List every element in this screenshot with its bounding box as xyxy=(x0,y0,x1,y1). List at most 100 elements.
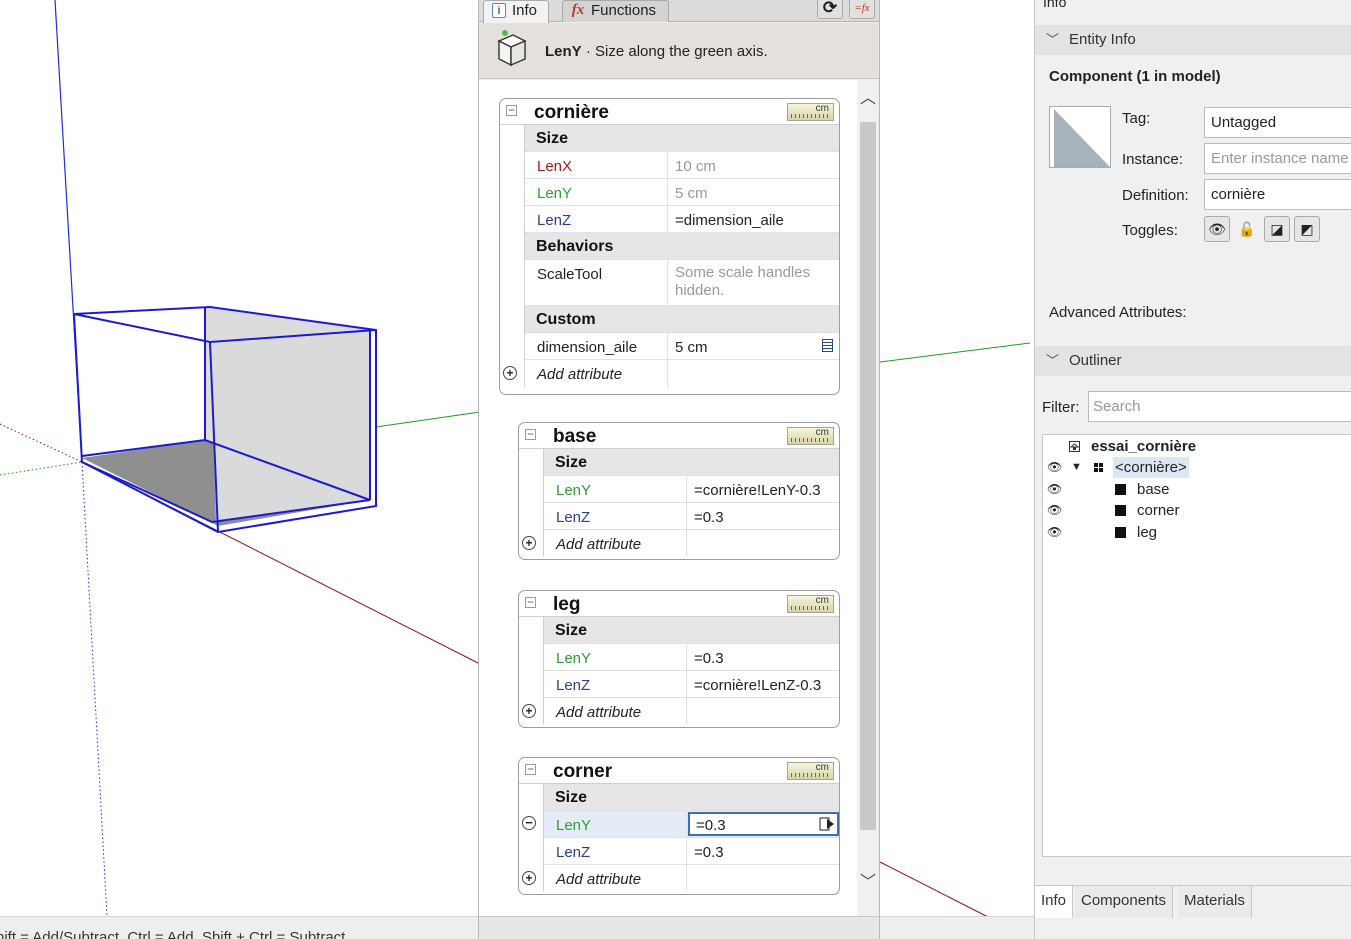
attribute-row[interactable]: − LenY =0.3 xyxy=(522,811,839,838)
group-icon xyxy=(1115,505,1126,516)
receive-shadows-toggle[interactable]: ◪ xyxy=(1264,216,1290,242)
outliner-item[interactable]: 👁 corner xyxy=(1043,500,1351,521)
attribute-value[interactable]: 5 cm xyxy=(675,185,831,202)
eye-icon[interactable]: 👁 xyxy=(1047,479,1063,500)
red-axis-right xyxy=(879,861,991,919)
attribute-row[interactable]: LenY 5 cm xyxy=(525,179,839,206)
tag-dropdown[interactable]: Untagged xyxy=(1204,107,1351,138)
attribute-value[interactable]: Some scale handles hidden. xyxy=(675,264,831,300)
outliner-root[interactable]: essai_cornière xyxy=(1043,436,1351,457)
eye-icon[interactable]: 👁 xyxy=(1047,522,1063,543)
attribute-key: LenZ xyxy=(556,844,591,861)
attribute-row[interactable]: dimension_aile 5 cm xyxy=(525,333,839,360)
attribute-value[interactable]: =0.3 xyxy=(694,650,831,667)
add-attribute-icon[interactable]: + xyxy=(503,366,517,380)
attribute-value[interactable]: 10 cm xyxy=(675,158,831,175)
attribute-row[interactable]: LenZ =0.3 xyxy=(544,503,839,530)
add-attribute-row[interactable]: + Add attribute xyxy=(522,865,839,892)
delete-attribute-icon[interactable]: − xyxy=(522,816,536,830)
attribute-key: ScaleTool xyxy=(537,266,603,283)
attributes-content[interactable]: − cornière cm Size LenX 10 cm LenY 5 cm LenZ =dim… xyxy=(479,80,879,916)
add-attribute-row[interactable]: + Add attribute xyxy=(522,530,839,557)
attribute-row[interactable]: ScaleTool Some scale handles hidden. xyxy=(525,260,839,306)
column-divider xyxy=(667,260,668,305)
instance-name-input[interactable]: Enter instance name xyxy=(1204,143,1351,174)
add-attribute-icon[interactable]: + xyxy=(522,704,536,718)
lock-toggle[interactable]: 🔓 xyxy=(1234,216,1260,242)
add-attribute-label: Add attribute xyxy=(556,871,642,888)
help-description: · Size along the green axis. xyxy=(581,43,768,60)
add-attribute-icon[interactable]: + xyxy=(522,871,536,885)
units-ruler-icon[interactable]: cm xyxy=(787,103,834,121)
cast-shadows-toggle[interactable]: ◩ xyxy=(1294,216,1320,242)
attribute-value[interactable]: =0.3 xyxy=(694,509,831,526)
tab-functions[interactable]: fx Functions xyxy=(562,0,669,22)
attribute-row[interactable]: LenZ =cornière!LenZ-0.3 xyxy=(544,671,839,698)
tray-tab-materials[interactable]: Materials xyxy=(1178,886,1252,918)
component-name: base xyxy=(553,426,597,447)
visibility-toggle[interactable]: 👁 xyxy=(1204,216,1230,242)
sketchup-window: hift = Add/Subtract. Ctrl = Add. Shift +… xyxy=(0,0,1351,939)
units-ruler-icon[interactable]: cm xyxy=(787,595,834,613)
component-0: − cornière cm Size LenX 10 cm LenY 5 cm LenZ =dim… xyxy=(499,98,840,395)
collapse-icon[interactable]: − xyxy=(525,428,536,440)
chevron-down-icon: ﹀ xyxy=(1046,32,1060,47)
eye-icon[interactable]: 👁 xyxy=(1047,457,1063,478)
tray-tab-info[interactable]: Info xyxy=(1035,886,1074,918)
attribute-value[interactable]: =cornière!LenZ-0.3 xyxy=(694,677,831,694)
scroll-up-icon[interactable]: ︿ xyxy=(860,90,876,108)
add-attribute-row[interactable]: + Add attribute xyxy=(503,360,839,387)
box-right-face xyxy=(210,330,370,522)
tab-info-label: Info xyxy=(512,2,538,19)
attribute-row[interactable]: LenY =cornière!LenY-0.3 xyxy=(544,476,839,503)
instance-label: Instance: xyxy=(1122,151,1183,168)
tray-tab-components[interactable]: Components xyxy=(1075,886,1174,918)
attribute-rows: Size LenX 10 cm LenY 5 cm LenZ =dimension_aile… xyxy=(503,125,839,387)
attribute-value[interactable]: =cornière!LenY-0.3 xyxy=(694,482,831,499)
attribute-value[interactable]: 5 cm xyxy=(675,339,831,356)
attribute-value[interactable]: =0.3 xyxy=(688,812,839,836)
collapse-icon[interactable]: − xyxy=(525,763,536,775)
component-name: corner xyxy=(553,761,613,782)
formula-toggle-button[interactable]: =fx xyxy=(849,0,875,19)
entity-info-label: Entity Info xyxy=(1069,31,1136,48)
outliner-item[interactable]: 👁 leg xyxy=(1043,522,1351,543)
add-attribute-row[interactable]: + Add attribute xyxy=(522,698,839,725)
attribute-value[interactable]: =dimension_aile xyxy=(675,212,831,229)
tag-label: Tag: xyxy=(1122,110,1151,127)
entity-info-section-header[interactable]: ﹀ Entity Info xyxy=(1035,25,1351,55)
fx-icon: fx xyxy=(571,2,585,18)
outliner-tree[interactable]: essai_cornière 👁 ▼ <cornière> 👁 base 👁 corner 👁… xyxy=(1042,434,1351,857)
attributes-scrollbar[interactable]: ︿ ﹀ xyxy=(857,80,879,916)
attribute-row[interactable]: LenY =0.3 xyxy=(544,644,839,671)
column-divider xyxy=(667,206,668,232)
units-ruler-icon[interactable]: cm xyxy=(787,762,834,780)
attribute-key: LenZ xyxy=(537,212,572,229)
scroll-thumb[interactable] xyxy=(860,122,876,830)
units-ruler-icon[interactable]: cm xyxy=(787,427,834,445)
outliner-search-input[interactable]: Search xyxy=(1088,391,1351,422)
attribute-row[interactable]: LenX 10 cm xyxy=(525,152,839,179)
attribute-row[interactable]: LenZ =0.3 xyxy=(544,838,839,865)
tab-info[interactable]: i Info xyxy=(483,0,549,23)
add-attribute-label: Add attribute xyxy=(556,704,642,721)
attribute-value[interactable]: =0.3 xyxy=(694,844,831,861)
outliner-item[interactable]: 👁 ▼ <cornière> xyxy=(1043,457,1351,478)
add-attribute-icon[interactable]: + xyxy=(522,536,536,550)
scroll-down-icon[interactable]: ﹀ xyxy=(860,874,876,892)
definition-input[interactable]: cornière xyxy=(1204,179,1351,210)
column-divider xyxy=(686,698,687,725)
section-header: Size xyxy=(544,784,839,811)
outliner-item[interactable]: 👁 base xyxy=(1043,479,1351,500)
expand-icon[interactable]: ▼ xyxy=(1071,457,1082,478)
column-divider xyxy=(667,179,668,205)
attribute-rows: Size LenY =cornière!LenY-0.3 LenZ =0.3 + Add a… xyxy=(522,449,839,557)
outliner-section-header[interactable]: ﹀ Outliner xyxy=(1035,346,1351,376)
refresh-button[interactable]: ⟳ xyxy=(817,0,843,19)
attribute-row[interactable]: LenZ =dimension_aile xyxy=(525,206,839,233)
collapse-icon[interactable]: − xyxy=(506,104,517,116)
formula-arrow-icon[interactable] xyxy=(819,816,835,832)
eye-icon[interactable]: 👁 xyxy=(1047,500,1063,521)
collapse-icon[interactable]: − xyxy=(525,596,536,608)
attribute-key: LenY xyxy=(556,817,592,834)
